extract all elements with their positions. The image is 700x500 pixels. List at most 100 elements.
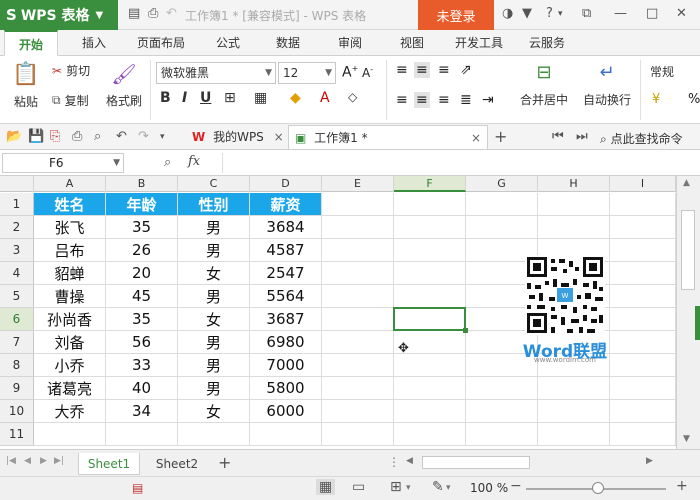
add-sheet-button[interactable]: + [218,453,231,472]
cell[interactable] [466,193,538,216]
scroll-right-icon[interactable]: ▶ [646,456,653,466]
restore-icon[interactable]: ⧉ [582,6,591,21]
tab-home[interactable]: 开始 [4,30,58,56]
tab-my-wps[interactable]: W 我的WPS × [186,125,286,149]
command-search[interactable]: ⌕ 点此查找命令 [600,130,683,147]
zoom-out-icon[interactable]: − [510,478,522,494]
table-header-cell[interactable]: 年龄 [106,193,178,216]
merge-center-button[interactable]: ⊟ 合并居中 [512,62,576,108]
table-cell[interactable]: 26 [106,239,178,262]
cell[interactable] [610,423,676,446]
column-header[interactable]: D [250,176,322,192]
close-icon[interactable]: ✕ [676,6,687,21]
column-header[interactable]: I [610,176,676,192]
redo-icon[interactable]: ↷ [138,129,149,144]
cell[interactable] [610,216,676,239]
orientation-icon[interactable]: ⇗ [460,62,472,78]
scroll-up-icon[interactable]: ▲ [683,178,690,188]
horizontal-scroll-thumb[interactable] [422,456,530,469]
font-color-icon[interactable]: A [320,90,330,106]
help-icon[interactable]: ? [546,6,553,21]
prev-sheet-icon[interactable]: ◀ [24,456,31,466]
cell[interactable] [34,423,106,446]
chevron-down-icon[interactable]: ▼ [113,154,120,172]
table-cell[interactable]: 孙尚香 [34,308,106,331]
cell[interactable] [250,423,322,446]
zoom-slider-handle[interactable] [592,482,604,494]
close-icon[interactable]: × [274,130,284,144]
minimize-icon[interactable]: — [614,6,627,21]
row-header[interactable]: 7 [0,331,34,354]
undo-icon[interactable]: ↶ [166,6,177,21]
table-cell[interactable]: 56 [106,331,178,354]
tab-developer[interactable]: 开发工具 [448,30,510,56]
cell[interactable] [322,354,394,377]
cell[interactable] [466,423,538,446]
save-icon[interactable]: 💾 [28,129,44,144]
reading-mode-icon[interactable]: ✎ [432,479,444,495]
tab-formula[interactable]: 公式 [206,30,250,56]
row-header[interactable]: 4 [0,262,34,285]
export-pdf-icon[interactable]: ⎘ [50,129,60,144]
save-icon[interactable]: ▤ [128,6,140,21]
new-tab-button[interactable]: + [494,127,507,146]
tab-workbook[interactable]: ▣ 工作簿1 * × [288,125,488,149]
table-cell[interactable]: 曹操 [34,285,106,308]
table-cell[interactable]: 3684 [250,216,322,239]
table-cell[interactable]: 5800 [250,377,322,400]
cell[interactable] [466,400,538,423]
open-icon[interactable]: 📂 [6,129,22,144]
row-header[interactable]: 6 [0,308,34,331]
table-header-cell[interactable]: 性别 [178,193,250,216]
cell[interactable] [610,308,676,331]
tab-data[interactable]: 数据 [266,30,310,56]
cell[interactable] [322,216,394,239]
number-format-select[interactable]: 常规 [646,62,690,84]
cell[interactable] [322,377,394,400]
fx-button[interactable]: fx [188,154,200,169]
table-cell[interactable]: 4587 [250,239,322,262]
table-cell[interactable]: 35 [106,216,178,239]
cell[interactable] [466,377,538,400]
chevron-down-icon[interactable]: ▾ [406,483,411,493]
column-header[interactable]: E [322,176,394,192]
cell[interactable] [394,423,466,446]
print-icon[interactable]: ⎙ [72,129,82,144]
row-header[interactable]: 5 [0,285,34,308]
table-header-cell[interactable]: 姓名 [34,193,106,216]
table-cell[interactable]: 6980 [250,331,322,354]
copy-button[interactable]: ⧉ 复制 [52,92,89,109]
table-cell[interactable]: 7000 [250,354,322,377]
row-header[interactable]: 9 [0,377,34,400]
column-header[interactable]: B [106,176,178,192]
formula-input[interactable] [222,153,696,173]
column-header[interactable]: H [538,176,610,192]
print-icon[interactable]: ⎙ [148,6,158,21]
table-cell[interactable]: 45 [106,285,178,308]
zoom-in-icon[interactable]: + [676,478,688,494]
sheet-tab-2[interactable]: Sheet2 [146,453,208,475]
underline-button[interactable]: U [200,90,211,106]
cell[interactable] [610,400,676,423]
cell[interactable] [610,239,676,262]
table-cell[interactable]: 貂蝉 [34,262,106,285]
login-button[interactable]: 未登录 [418,0,494,30]
table-cell[interactable]: 5564 [250,285,322,308]
decrease-font-icon[interactable]: A- [362,65,373,80]
tab-insert[interactable]: 插入 [72,30,116,56]
table-cell[interactable]: 40 [106,377,178,400]
close-icon[interactable]: × [471,126,481,150]
align-middle-icon[interactable]: ≡ [414,62,430,78]
cell[interactable] [538,193,610,216]
cell[interactable] [106,423,178,446]
active-cell-selection[interactable] [393,307,466,331]
increase-font-icon[interactable]: A+ [342,64,358,81]
cell[interactable] [610,354,676,377]
font-name-select[interactable]: 微软雅黑 ▼ [156,62,276,84]
cell[interactable] [394,216,466,239]
last-sheet-icon[interactable]: ▶| [54,456,64,466]
maximize-icon[interactable]: □ [646,6,658,21]
cell[interactable] [610,262,676,285]
border-icon[interactable]: ⊞ [224,90,236,106]
cell[interactable] [322,239,394,262]
